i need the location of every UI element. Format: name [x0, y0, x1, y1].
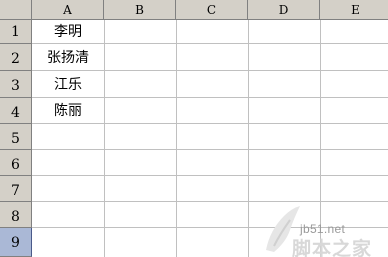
gridline — [32, 149, 388, 150]
row-header-7[interactable]: 7 — [0, 176, 32, 202]
row-header-3[interactable]: 3 — [0, 71, 32, 98]
cell-a3[interactable]: 江乐 — [32, 75, 104, 95]
cell-a2[interactable]: 张扬清 — [32, 48, 104, 68]
row-header-8[interactable]: 8 — [0, 202, 32, 228]
row-header-2[interactable]: 2 — [0, 44, 32, 71]
watermark-name: 脚本之家 — [292, 238, 373, 257]
gridline — [32, 201, 388, 202]
row-header-6[interactable]: 6 — [0, 150, 32, 176]
cell-a4[interactable]: 陈丽 — [32, 101, 104, 121]
gridline — [32, 70, 388, 71]
cell-a1[interactable]: 李明 — [32, 22, 104, 42]
row-header-4[interactable]: 4 — [0, 98, 32, 124]
column-header-e[interactable]: E — [320, 0, 388, 20]
row-header-1[interactable]: 1 — [0, 20, 32, 44]
gridline — [104, 20, 105, 257]
select-all-corner[interactable] — [0, 0, 32, 20]
spreadsheet: A B C D E 1 2 3 4 5 6 7 8 9 李明 张扬清 江乐 陈丽… — [0, 0, 388, 257]
gridline — [32, 97, 388, 98]
gridline — [32, 43, 388, 44]
column-header-a[interactable]: A — [32, 0, 104, 20]
column-header-d[interactable]: D — [248, 0, 320, 20]
gridline — [248, 20, 249, 257]
column-header-b[interactable]: B — [104, 0, 176, 20]
column-header-c[interactable]: C — [176, 0, 248, 20]
row-header-9[interactable]: 9 — [0, 228, 32, 257]
row-header-5[interactable]: 5 — [0, 124, 32, 150]
gridline — [32, 175, 388, 176]
gridline — [176, 20, 177, 257]
gridline — [32, 123, 388, 124]
